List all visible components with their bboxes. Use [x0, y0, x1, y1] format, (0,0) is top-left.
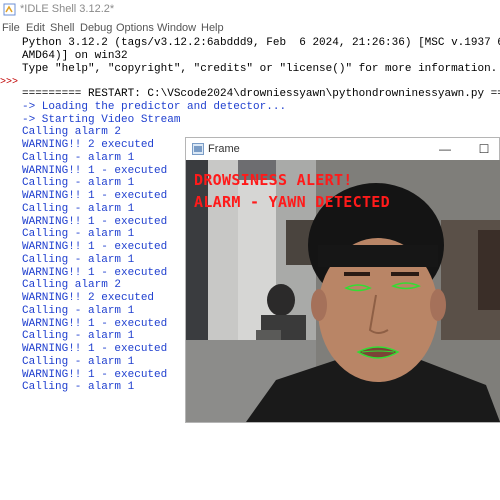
menu-file[interactable]: File	[2, 22, 20, 34]
frame-titlebar[interactable]: Frame — ☐	[186, 138, 499, 160]
yawn-alarm-text: ALARM - YAWN DETECTED	[194, 193, 390, 211]
idle-titlebar: *IDLE Shell 3.12.2*	[0, 0, 500, 20]
python-idle-icon	[3, 3, 16, 16]
menu-window[interactable]: Window	[157, 22, 196, 34]
shell-line: AMD64)] on win32	[22, 49, 128, 62]
menu-edit[interactable]: Edit	[26, 22, 45, 34]
shell-prompt: >>>	[0, 77, 19, 88]
menu-debug[interactable]: Debug	[80, 22, 112, 34]
video-stream: DROWSINESS ALERT! ALARM - YAWN DETECTED	[186, 160, 500, 422]
drowsiness-alert-text: DROWSINESS ALERT!	[194, 171, 353, 189]
frame-app-icon	[192, 143, 204, 155]
maximize-icon[interactable]: ☐	[475, 140, 493, 158]
prompt-gutter: >>>	[0, 37, 20, 500]
menu-help[interactable]: Help	[201, 22, 224, 34]
menu-shell[interactable]: Shell	[50, 22, 74, 34]
shell-line: Type "help", "copyright", "credits" or "…	[22, 62, 498, 75]
menu-options[interactable]: Options	[116, 22, 154, 34]
shell-line: Python 3.12.2 (tags/v3.12.2:6abddd9, Feb…	[22, 37, 500, 49]
minimize-icon[interactable]: —	[436, 140, 454, 158]
frame-title: Frame	[208, 143, 240, 155]
shell-line: -> Loading the predictor and detector...	[22, 100, 287, 113]
shell-line: -> Starting Video Stream	[22, 113, 181, 126]
frame-window[interactable]: Frame — ☐ DROWSINESS ALERT! ALARM - YAWN…	[185, 137, 500, 423]
shell-line: ========= RESTART: C:\VScode2024\drownie…	[22, 88, 500, 100]
window-title: *IDLE Shell 3.12.2*	[20, 3, 115, 15]
menubar: File Edit Shell Debug Options Window Hel…	[0, 20, 500, 37]
